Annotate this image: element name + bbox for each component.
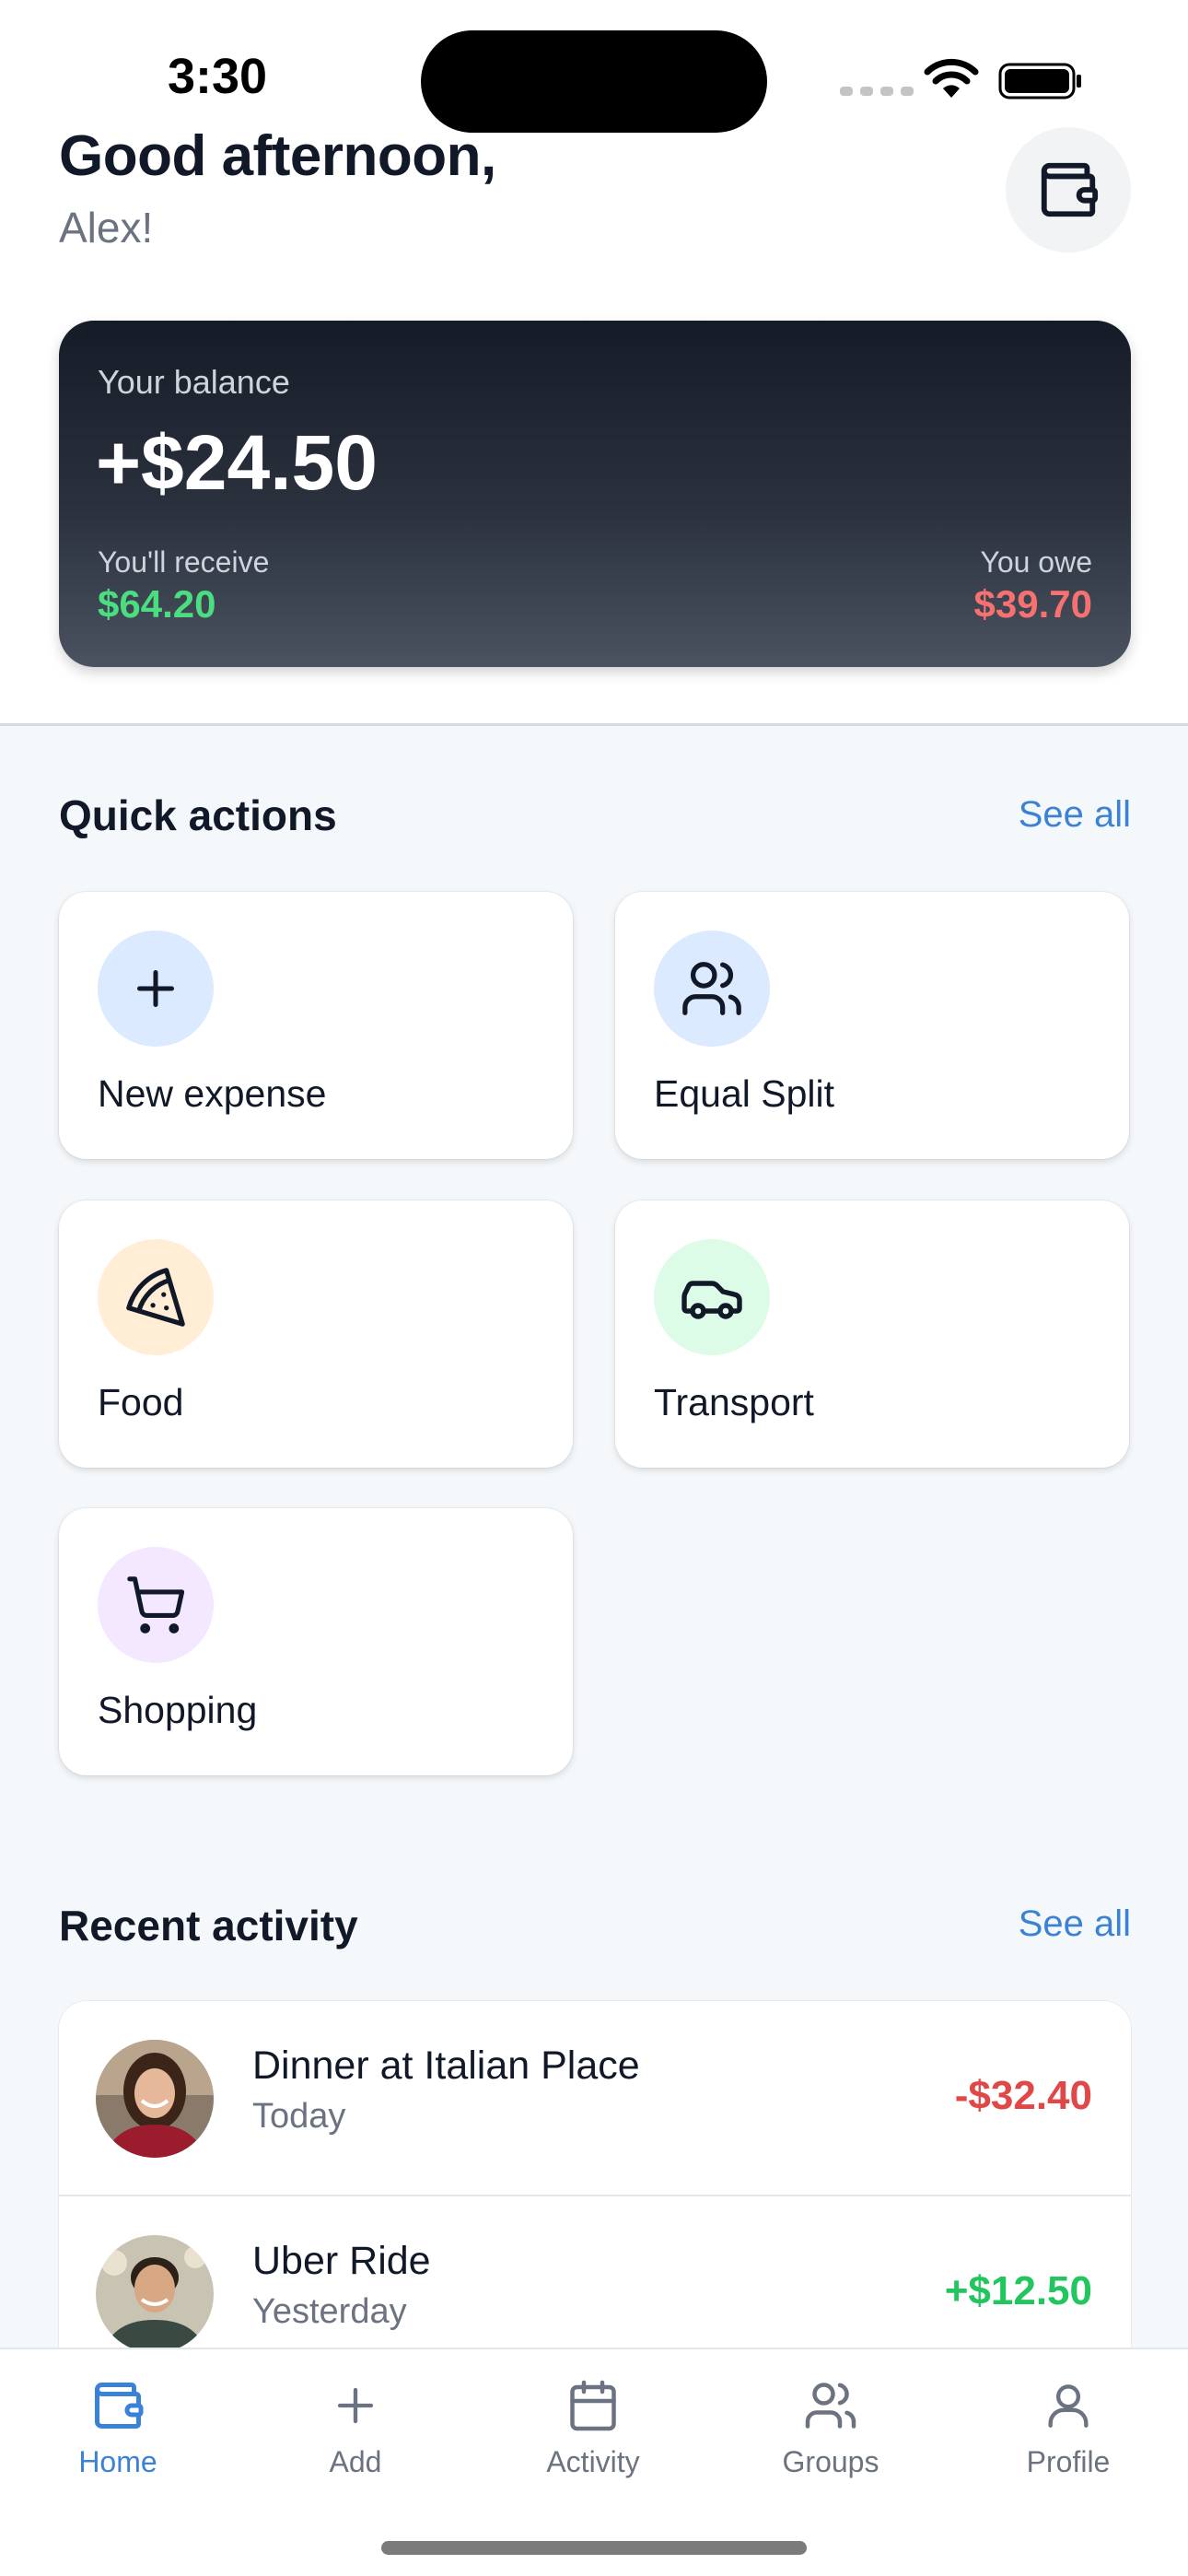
battery-icon — [998, 63, 1081, 100]
action-label: Food — [98, 1381, 184, 1423]
action-transport[interactable]: Transport — [615, 1200, 1129, 1468]
wallet-icon — [1041, 162, 1099, 217]
balance-amount: +$24.50 — [96, 419, 378, 506]
tab-label: Groups — [782, 2445, 879, 2478]
plus-icon — [98, 931, 214, 1047]
balance-card[interactable]: Your balance +$24.50 You'll receive $64.… — [59, 321, 1131, 667]
cart-icon — [98, 1547, 214, 1663]
receive-amount: $64.20 — [98, 582, 216, 626]
recent-activity-see-all-link[interactable]: See all — [1019, 1903, 1131, 1945]
activity-row[interactable]: Dinner at Italian Place Today -$32.40 — [59, 2001, 1131, 2196]
quick-actions-see-all-link[interactable]: See all — [1019, 794, 1131, 836]
action-shopping[interactable]: Shopping — [59, 1508, 573, 1775]
receive-label: You'll receive — [98, 545, 270, 579]
user-icon — [985, 2375, 1151, 2436]
status-icons — [840, 57, 1089, 103]
action-label: Equal Split — [654, 1072, 835, 1115]
car-icon — [654, 1239, 770, 1355]
activity-title: Dinner at Italian Place — [252, 2043, 640, 2088]
plus-icon — [273, 2375, 438, 2436]
owe-label: You owe — [980, 545, 1092, 579]
action-label: New expense — [98, 1072, 327, 1115]
tab-label: Add — [329, 2445, 382, 2478]
tab-activity[interactable]: Activity — [510, 2375, 676, 2479]
home-indicator[interactable] — [381, 2541, 807, 2555]
activity-amount: +$12.50 — [944, 2268, 1092, 2313]
action-new-expense[interactable]: New expense — [59, 892, 573, 1159]
avatar — [96, 2235, 214, 2353]
tab-home[interactable]: Home — [35, 2375, 201, 2479]
calendar-icon — [510, 2375, 676, 2436]
tab-groups[interactable]: Groups — [748, 2375, 914, 2479]
users-icon — [748, 2375, 914, 2436]
wallet-button[interactable] — [1006, 127, 1131, 252]
balance-label: Your balance — [98, 363, 290, 401]
tab-label: Profile — [1026, 2445, 1111, 2478]
owe-amount: $39.70 — [973, 582, 1092, 626]
action-food[interactable]: Food — [59, 1200, 573, 1468]
dynamic-island — [421, 30, 767, 133]
pizza-icon — [98, 1239, 214, 1355]
tab-label: Home — [78, 2445, 157, 2478]
tab-label: Activity — [546, 2445, 640, 2478]
action-label: Transport — [654, 1381, 814, 1423]
cellular-signal-icon — [840, 87, 914, 96]
activity-date: Today — [252, 2097, 346, 2136]
greeting-name: Alex! — [59, 204, 154, 252]
quick-actions-title: Quick actions — [59, 791, 337, 839]
users-icon — [654, 931, 770, 1047]
activity-title: Uber Ride — [252, 2239, 431, 2283]
activity-date: Yesterday — [252, 2292, 407, 2331]
activity-amount: -$32.40 — [954, 2073, 1092, 2118]
recent-activity-title: Recent activity — [59, 1902, 358, 1950]
wifi-icon — [924, 58, 979, 98]
greeting-title: Good afternoon, — [59, 124, 496, 188]
action-label: Shopping — [98, 1689, 258, 1731]
status-time: 3:30 — [168, 49, 268, 104]
tab-profile[interactable]: Profile — [985, 2375, 1151, 2479]
wallet-icon — [35, 2375, 201, 2436]
header-area: 3:30 Good afternoon, Alex! Your balance … — [0, 0, 1188, 726]
action-equal-split[interactable]: Equal Split — [615, 892, 1129, 1159]
activity-list: Dinner at Italian Place Today -$32.40 Ub… — [59, 2001, 1131, 2370]
activity-row[interactable]: Uber Ride Yesterday +$12.50 — [59, 2196, 1131, 2370]
tab-add[interactable]: Add — [273, 2375, 438, 2479]
avatar — [96, 2040, 214, 2158]
